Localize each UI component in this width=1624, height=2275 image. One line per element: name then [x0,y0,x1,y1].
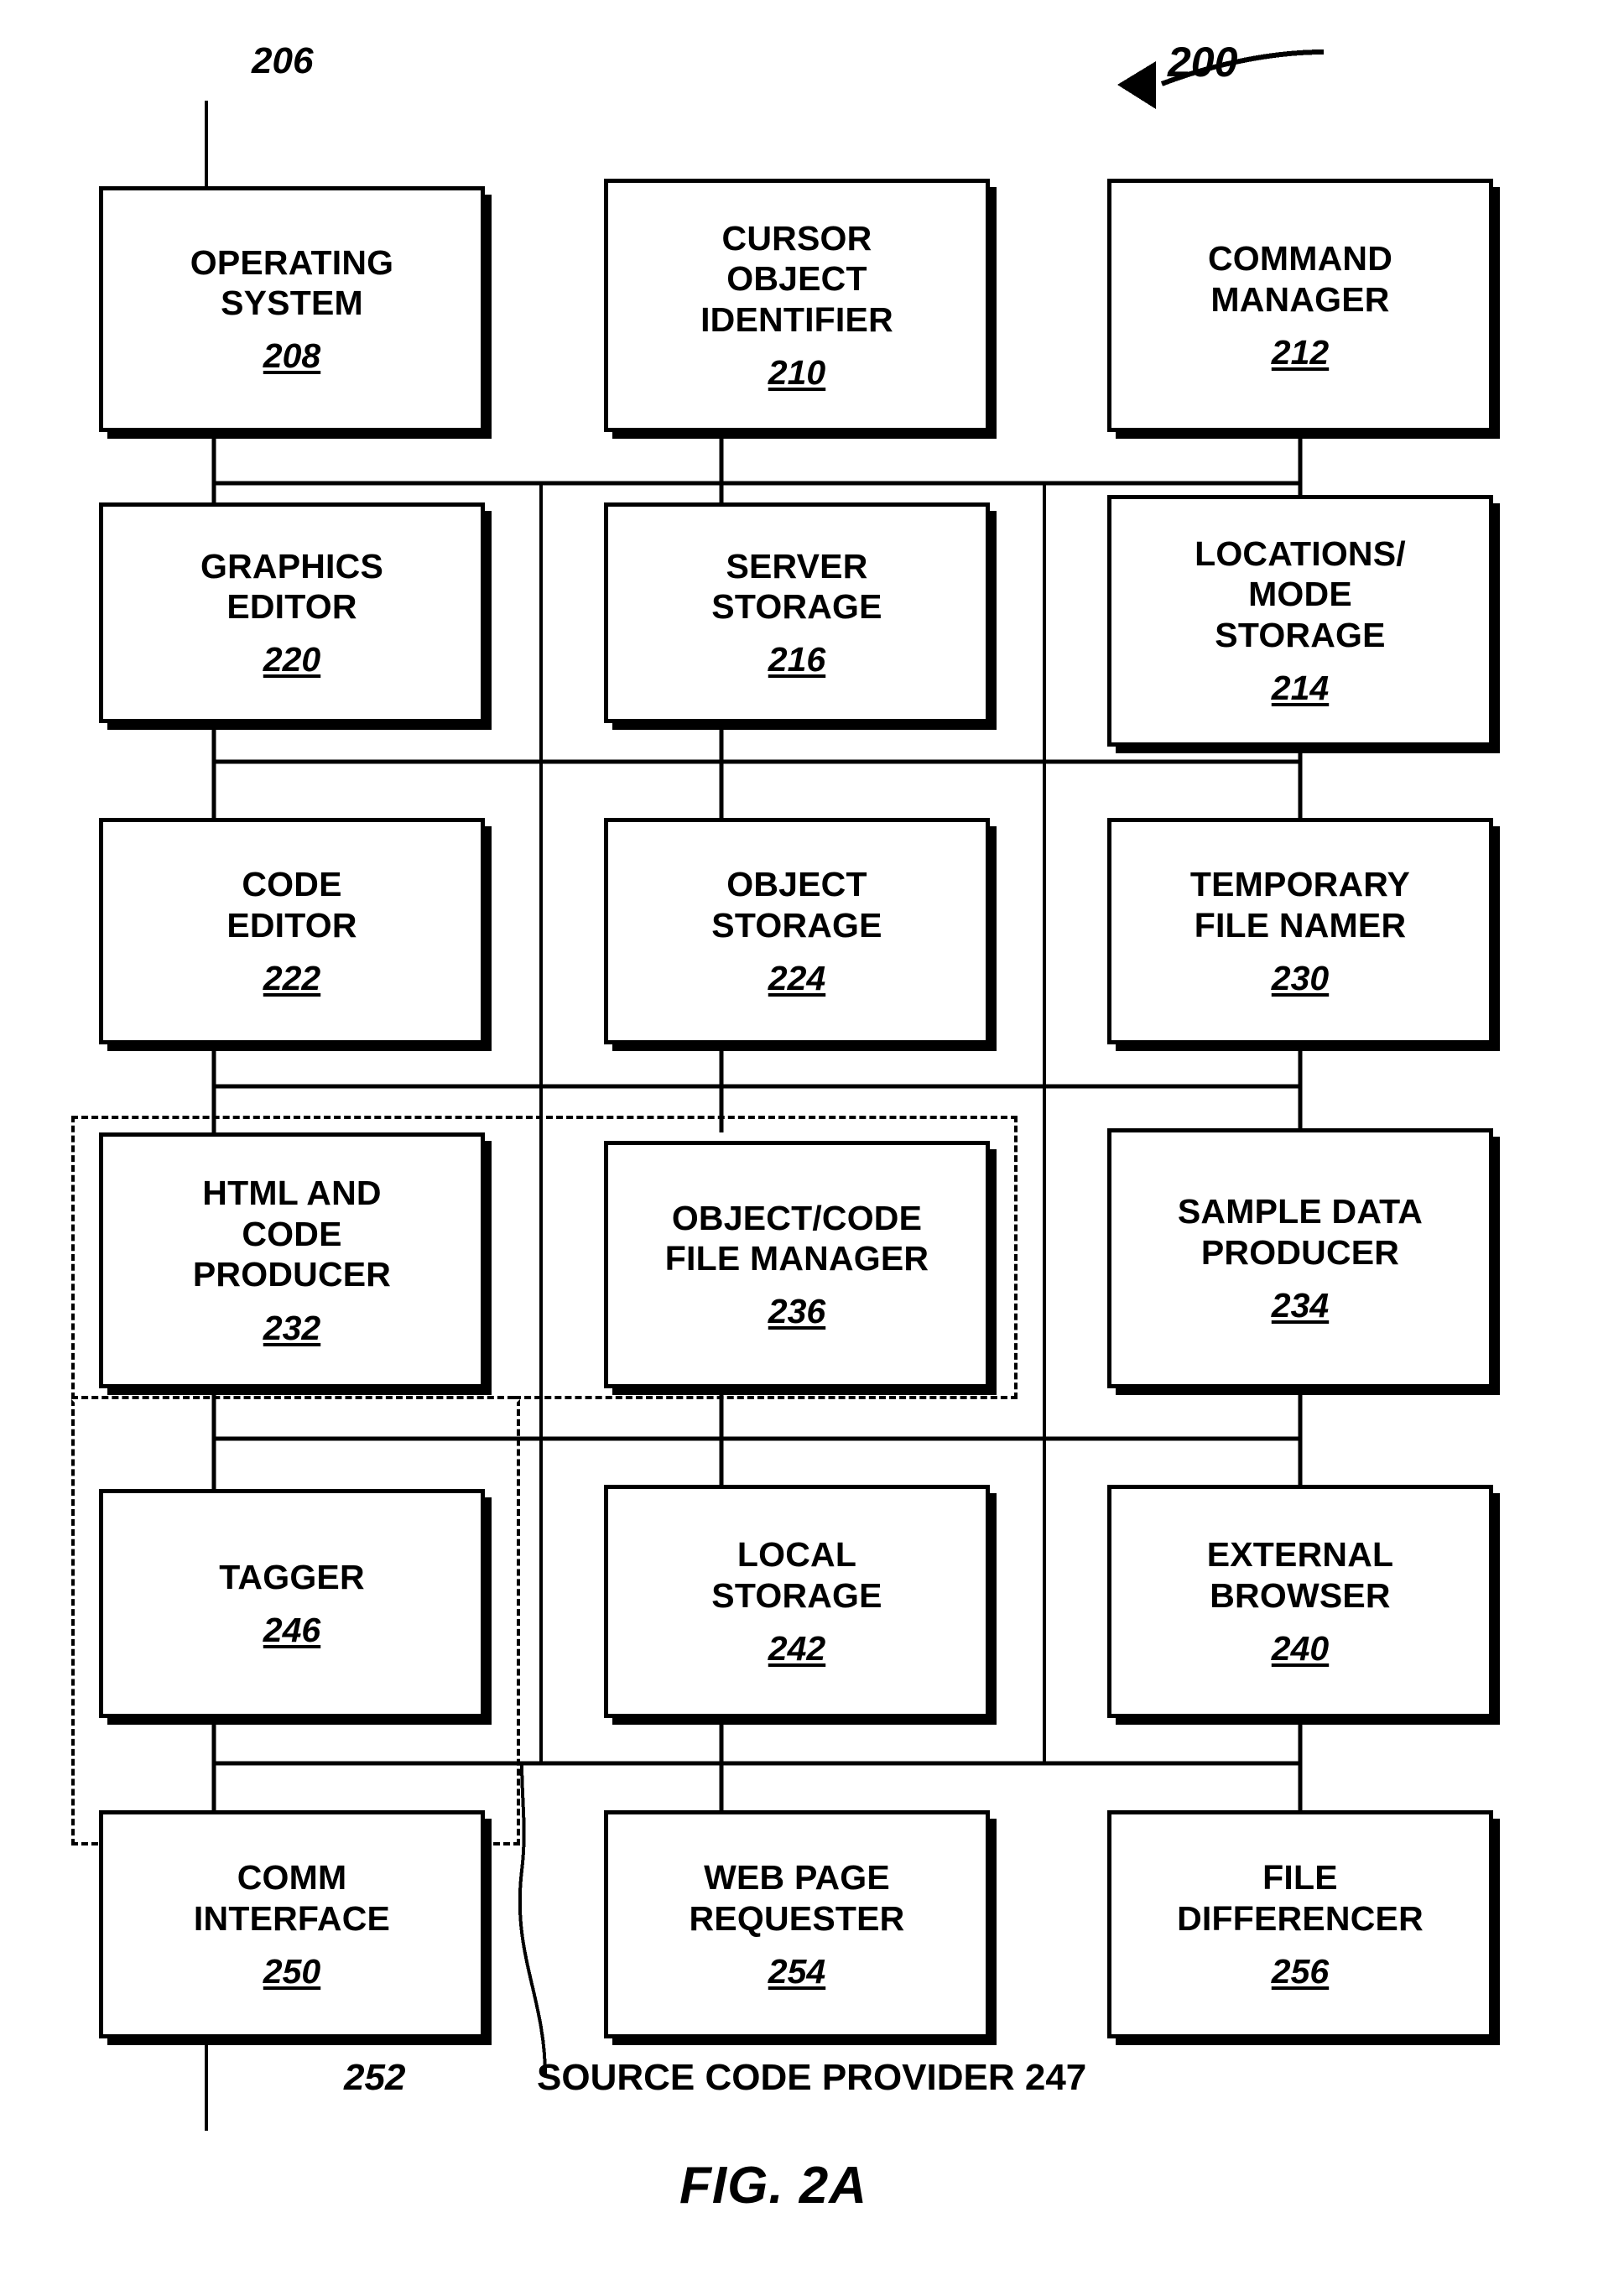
node-label: LOCATIONS/ MODE STORAGE [1195,534,1406,654]
node-command-manager[interactable]: COMMAND MANAGER 212 [1107,179,1493,432]
node-html-and-code-producer[interactable]: HTML AND CODE PRODUCER 232 [99,1132,485,1388]
node-sample-data-producer[interactable]: SAMPLE DATA PRODUCER 234 [1107,1128,1493,1388]
node-external-browser[interactable]: EXTERNAL BROWSER 240 [1107,1485,1493,1718]
node-label: WEB PAGE REQUESTER [689,1858,905,1938]
node-server-storage[interactable]: SERVER STORAGE 216 [604,502,990,723]
node-local-storage[interactable]: LOCAL STORAGE 242 [604,1485,990,1718]
node-tagger[interactable]: TAGGER 246 [99,1489,485,1718]
node-ref: 230 [1271,958,1330,997]
node-ref: 214 [1271,669,1330,708]
node-graphics-editor[interactable]: GRAPHICS EDITOR 220 [99,502,485,723]
node-label: GRAPHICS EDITOR [200,546,383,626]
node-web-page-requester[interactable]: WEB PAGE REQUESTER 254 [604,1810,990,2038]
node-ref: 256 [1271,1951,1330,1991]
node-label: TAGGER [219,1557,365,1596]
node-label: FILE DIFFERENCER [1177,1858,1424,1938]
node-ref: 216 [768,640,826,679]
node-code-editor[interactable]: CODE EDITOR 222 [99,818,485,1044]
node-ref: 208 [263,336,321,376]
node-object-storage[interactable]: OBJECT STORAGE 224 [604,818,990,1044]
node-label: CURSOR OBJECT IDENTIFIER [700,218,893,339]
node-ref: 254 [768,1951,826,1991]
node-label: HTML AND CODE PRODUCER [192,1174,392,1294]
node-label: LOCAL STORAGE [711,1535,882,1615]
node-label: OBJECT/CODE FILE MANAGER [664,1198,929,1278]
node-ref: 210 [768,353,826,393]
node-ref: 232 [263,1308,321,1347]
node-ref: 246 [263,1611,321,1650]
node-comm-interface[interactable]: COMM INTERFACE 250 [99,1810,485,2038]
node-object-code-file-manager[interactable]: OBJECT/CODE FILE MANAGER 236 [604,1141,990,1388]
node-file-differencer[interactable]: FILE DIFFERENCER 256 [1107,1810,1493,2038]
node-ref: 220 [263,640,321,679]
node-locations-mode-storage[interactable]: LOCATIONS/ MODE STORAGE 214 [1107,495,1493,747]
node-label: CODE EDITOR [226,865,357,945]
node-cursor-object-identifier[interactable]: CURSOR OBJECT IDENTIFIER 210 [604,179,990,432]
node-ref: 212 [1271,332,1330,372]
node-label: OPERATING SYSTEM [190,242,394,322]
ref-numeral-252: 252 [344,2057,406,2098]
node-ref: 242 [768,1628,826,1668]
node-ref: 222 [263,958,321,997]
node-label: COMMAND MANAGER [1207,239,1393,319]
node-ref: 224 [768,958,826,997]
node-temporary-file-namer[interactable]: TEMPORARY FILE NAMER 230 [1107,818,1493,1044]
node-ref: 236 [768,1292,826,1331]
node-label: TEMPORARY FILE NAMER [1189,865,1411,945]
node-label: EXTERNAL BROWSER [1206,1535,1394,1615]
ref-numeral-200: 200 [1168,39,1238,86]
ref-numeral-206: 206 [252,40,314,81]
node-ref: 234 [1271,1285,1330,1325]
node-label: OBJECT STORAGE [711,865,882,945]
node-ref: 250 [263,1951,321,1991]
node-label: COMM INTERFACE [193,1858,391,1938]
node-operating-system[interactable]: OPERATING SYSTEM 208 [99,186,485,432]
node-label: SAMPLE DATA PRODUCER [1177,1192,1424,1272]
figure-caption: FIG. 2A [679,2157,868,2215]
node-ref: 240 [1271,1628,1330,1668]
node-label: SERVER STORAGE [711,546,882,626]
source-code-provider-group-upper-bottom-right [514,1396,1018,1401]
source-code-provider-group-label: SOURCE CODE PROVIDER 247 [537,2057,1087,2098]
figure-2a-canvas: OPERATING SYSTEM 208 CURSOR OBJECT IDENT… [0,0,1624,2275]
